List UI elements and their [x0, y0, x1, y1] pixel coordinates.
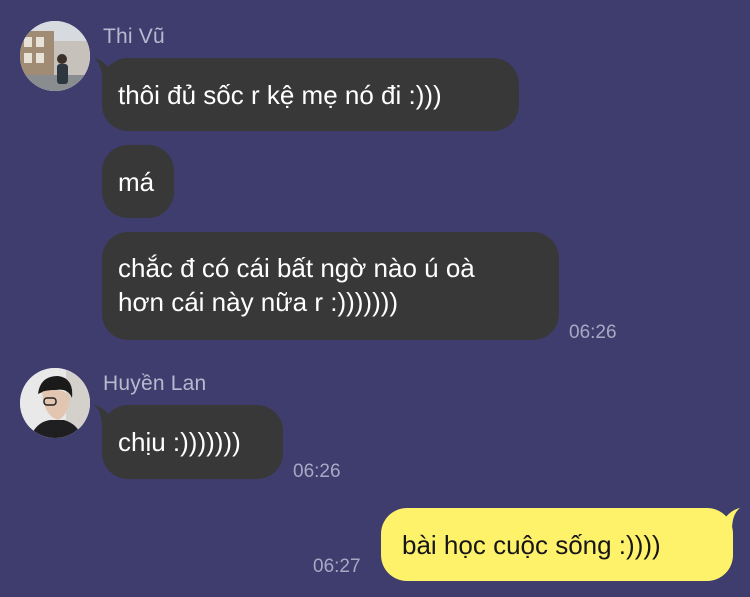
message-text: má	[118, 166, 155, 197]
message-bubble[interactable]: má	[102, 145, 174, 218]
avatar-thi-vu-image	[20, 21, 90, 91]
message-bubble-outgoing[interactable]: bài học cuộc sống :))))	[381, 508, 733, 581]
message-text: chịu :)))))))	[118, 427, 241, 457]
message-text: bài học cuộc sống :))))	[402, 529, 661, 560]
message-timestamp: 06:26	[569, 322, 617, 343]
message-text-line: chắc đ có cái bất ngờ nào ú oà	[118, 253, 475, 283]
bubble-tail	[94, 58, 112, 80]
bubble-tail	[94, 405, 112, 427]
avatar-huyen-lan[interactable]	[20, 368, 90, 438]
message-bubble[interactable]: thôi đủ sốc r kệ mẹ nó đi :)))	[102, 58, 519, 131]
message-timestamp: 06:27	[313, 556, 361, 577]
avatar-thi-vu[interactable]	[20, 21, 90, 91]
message-text: thôi đủ sốc r kệ mẹ nó đi :)))	[118, 79, 442, 110]
sender-name-huyen-lan: Huyền Lan	[103, 372, 207, 395]
avatar-huyen-lan-image	[20, 368, 90, 438]
message-bubble[interactable]: chịu :)))))))	[102, 405, 283, 479]
message-timestamp: 06:26	[293, 461, 341, 482]
message-text-line: hơn cái này nữa r :)))))))	[118, 287, 399, 317]
bubble-tail-outgoing	[722, 508, 740, 530]
sender-name-thi-vu: Thi Vũ	[103, 25, 165, 48]
message-bubble[interactable]: chắc đ có cái bất ngờ nào ú oà hơn cái n…	[102, 232, 559, 340]
